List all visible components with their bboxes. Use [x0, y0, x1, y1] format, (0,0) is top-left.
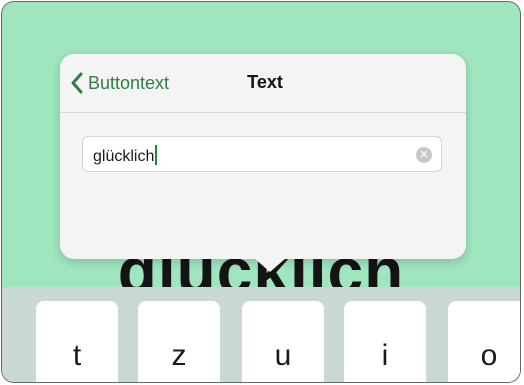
- key-o[interactable]: o: [448, 301, 520, 382]
- key-t[interactable]: t: [36, 301, 118, 382]
- key-z[interactable]: z: [138, 301, 220, 382]
- text-field[interactable]: glücklich ✕: [82, 136, 442, 172]
- key-u[interactable]: u: [242, 301, 324, 382]
- text-caret: [155, 145, 158, 165]
- popover-navbar: Buttontext Text: [60, 54, 466, 113]
- key-i[interactable]: i: [344, 301, 426, 382]
- popover: Buttontext Text glücklich ✕: [60, 54, 466, 272]
- popover-title: Text: [247, 72, 283, 92]
- text-field-value: glücklich: [93, 145, 158, 166]
- clear-circle-icon[interactable]: ✕: [416, 147, 432, 163]
- keyboard: t z u i o: [2, 287, 520, 382]
- popover-arrow: [254, 258, 286, 272]
- screen: glücklich t z u i o Buttontext Text glüc…: [2, 2, 520, 382]
